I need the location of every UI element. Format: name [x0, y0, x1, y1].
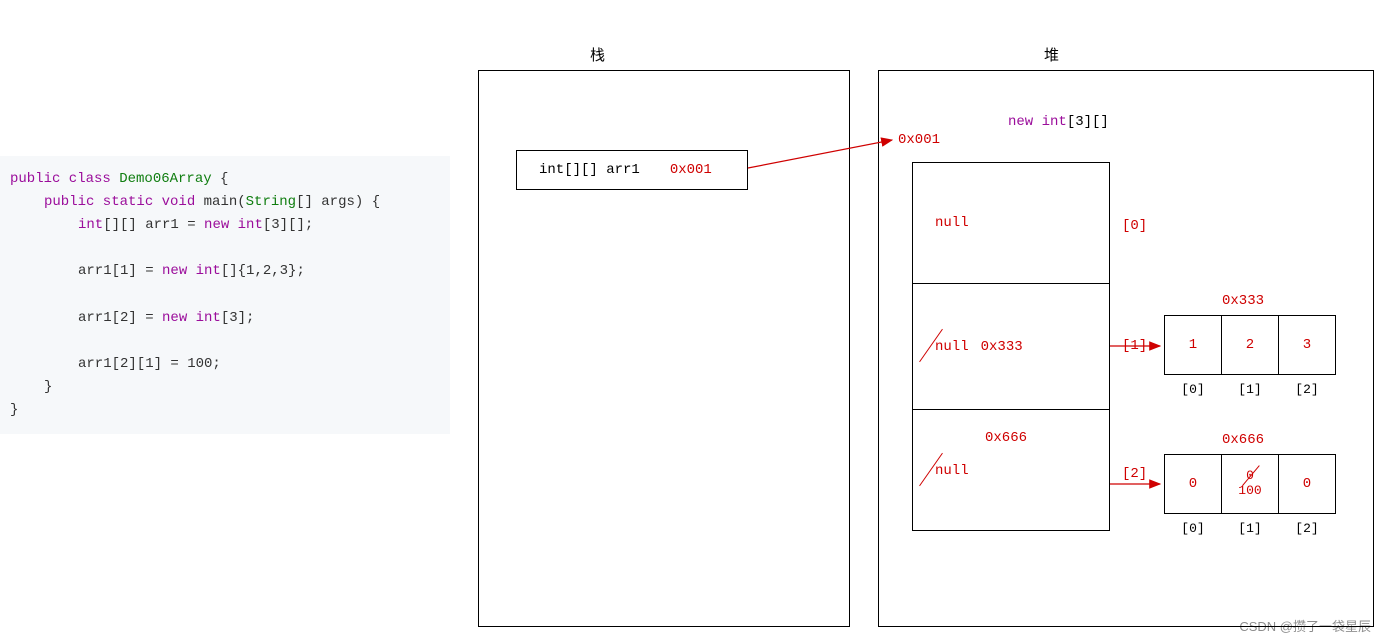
sub-array-2: 0[0] 0 100 [1] 0[2] [1164, 454, 1336, 514]
outer-idx-2: [2] [1122, 466, 1147, 482]
code-line: arr1[2][1] = 100; [10, 353, 440, 376]
code-line [10, 283, 440, 306]
stack-var-name: int[][] arr1 [517, 162, 640, 178]
sub1-addr: 0x333 [1222, 293, 1264, 309]
code-line: arr1[1] = new int[]{1,2,3}; [10, 260, 440, 283]
stack-var-addr: 0x001 [640, 162, 712, 178]
watermark: CSDN @攒了一袋星辰 [1239, 616, 1371, 635]
code-line: public static void main(String[] args) { [10, 191, 440, 214]
code-line: int[][] arr1 = new int[3][]; [10, 214, 440, 237]
code-line: } [10, 376, 440, 399]
heap-new-expr: new int[3][] [1008, 114, 1109, 130]
outer-idx-1: [1] [1122, 338, 1147, 354]
code-line: arr1[2] = new int[3]; [10, 307, 440, 330]
stack-var-arr1: int[][] arr1 0x001 [516, 150, 748, 190]
heap-title: 堆 [1044, 44, 1059, 65]
outer-row-2: null 0x666 [913, 409, 1109, 531]
outer-idx-0: [0] [1122, 218, 1147, 234]
stack-title: 栈 [590, 44, 605, 65]
code-line: public class Demo06Array { [10, 168, 440, 191]
outer-array: null null 0x333 null 0x666 [912, 162, 1110, 531]
sub2-cell-0: 0[0] [1165, 455, 1221, 513]
sub-array-1: 1[0] 2[1] 3[2] [1164, 315, 1336, 375]
sub1-cell-2: 3[2] [1278, 316, 1335, 374]
outer-row-0: null [913, 163, 1109, 283]
outer-row-1: null 0x333 [913, 283, 1109, 410]
sub2-cell-1: 0 100 [1] [1221, 455, 1278, 513]
code-block: public class Demo06Array { public static… [0, 156, 450, 434]
code-line: } [10, 399, 440, 422]
code-line [10, 330, 440, 353]
sub2-cell-2: 0[2] [1278, 455, 1335, 513]
heap-addr-main: 0x001 [898, 132, 940, 148]
sub1-cell-1: 2[1] [1221, 316, 1278, 374]
code-line [10, 237, 440, 260]
sub1-cell-0: 1[0] [1165, 316, 1221, 374]
sub2-addr: 0x666 [1222, 432, 1264, 448]
